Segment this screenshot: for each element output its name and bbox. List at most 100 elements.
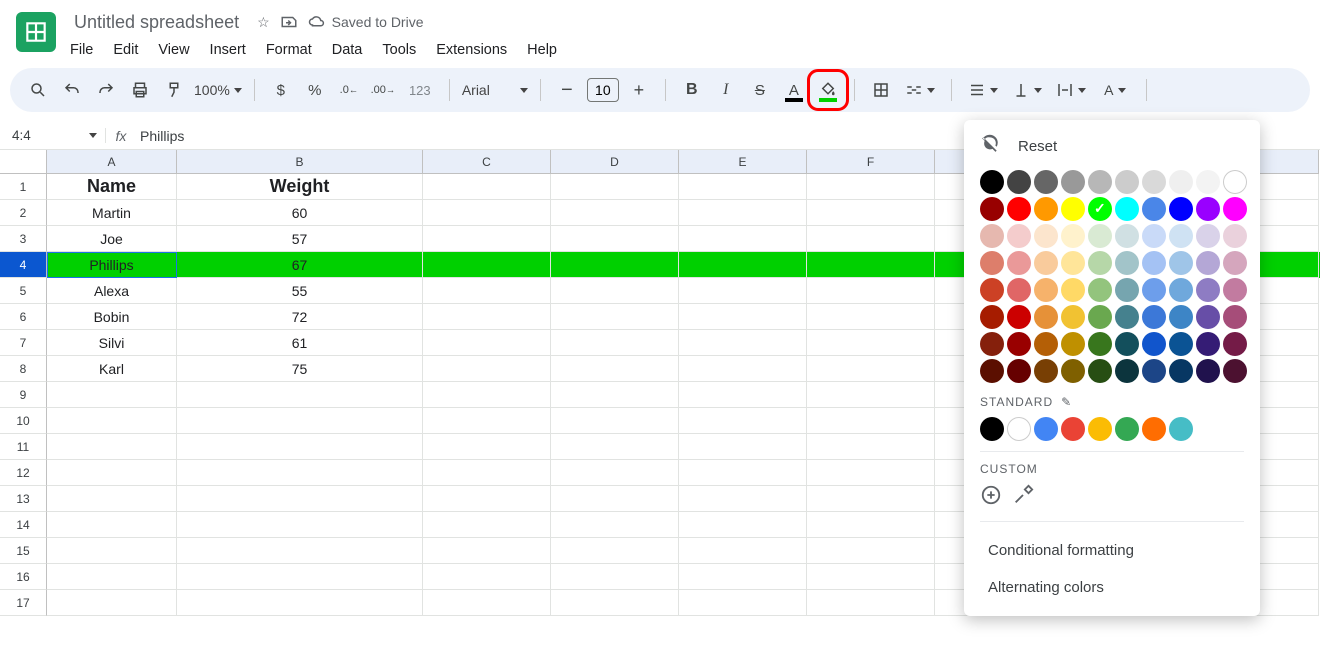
cell-A12[interactable]	[47, 460, 177, 486]
cell-E8[interactable]	[679, 356, 807, 382]
color-swatch[interactable]	[1196, 197, 1220, 221]
paint-format-icon[interactable]	[160, 76, 188, 104]
cell-C5[interactable]	[423, 278, 551, 304]
column-header-F[interactable]: F	[807, 150, 935, 174]
fill-color-button[interactable]	[814, 76, 842, 104]
undo-icon[interactable]	[58, 76, 86, 104]
merge-button[interactable]	[901, 76, 939, 104]
standard-color-swatch[interactable]	[980, 417, 1004, 441]
color-swatch[interactable]	[1223, 332, 1247, 356]
row-header-8[interactable]: 8	[0, 356, 47, 382]
cell-E16[interactable]	[679, 564, 807, 590]
color-swatch[interactable]	[1223, 197, 1247, 221]
more-formats-button[interactable]: 123	[403, 76, 437, 104]
reset-format-icon[interactable]	[980, 134, 1000, 158]
decrease-decimal-icon[interactable]: .0←	[335, 76, 363, 104]
color-swatch[interactable]	[1223, 359, 1247, 383]
cell-A9[interactable]	[47, 382, 177, 408]
cell-D3[interactable]	[551, 226, 679, 252]
color-swatch[interactable]	[1088, 197, 1112, 221]
cell-D7[interactable]	[551, 330, 679, 356]
color-swatch[interactable]	[1169, 305, 1193, 329]
column-header-A[interactable]: A	[47, 150, 177, 174]
currency-button[interactable]: $	[267, 76, 295, 104]
cell-E10[interactable]	[679, 408, 807, 434]
color-swatch[interactable]	[980, 359, 1004, 383]
wrap-button[interactable]	[1052, 76, 1090, 104]
cell-B1[interactable]: Weight	[177, 174, 423, 200]
cell-D12[interactable]	[551, 460, 679, 486]
cell-C10[interactable]	[423, 408, 551, 434]
color-swatch[interactable]	[1061, 359, 1085, 383]
row-header-9[interactable]: 9	[0, 382, 47, 408]
cell-E7[interactable]	[679, 330, 807, 356]
cell-B13[interactable]	[177, 486, 423, 512]
color-swatch[interactable]	[1061, 224, 1085, 248]
cell-F17[interactable]	[807, 590, 935, 616]
cell-B5[interactable]: 55	[177, 278, 423, 304]
color-swatch[interactable]	[1088, 224, 1112, 248]
color-swatch[interactable]	[1169, 278, 1193, 302]
cell-D6[interactable]	[551, 304, 679, 330]
column-header-B[interactable]: B	[177, 150, 423, 174]
strikethrough-button[interactable]: S	[746, 76, 774, 104]
cell-D17[interactable]	[551, 590, 679, 616]
row-header-13[interactable]: 13	[0, 486, 47, 512]
valign-button[interactable]	[1008, 76, 1046, 104]
color-swatch[interactable]	[1115, 278, 1139, 302]
menu-edit[interactable]: Edit	[113, 42, 138, 58]
cell-F13[interactable]	[807, 486, 935, 512]
column-header-E[interactable]: E	[679, 150, 807, 174]
row-header-6[interactable]: 6	[0, 304, 47, 330]
cell-E5[interactable]	[679, 278, 807, 304]
cell-F3[interactable]	[807, 226, 935, 252]
percent-button[interactable]: %	[301, 76, 329, 104]
color-swatch[interactable]	[980, 170, 1004, 194]
cell-F6[interactable]	[807, 304, 935, 330]
color-swatch[interactable]	[980, 224, 1004, 248]
color-swatch[interactable]	[1196, 332, 1220, 356]
cell-A6[interactable]: Bobin	[47, 304, 177, 330]
standard-color-swatch[interactable]	[1142, 417, 1166, 441]
color-swatch[interactable]	[1034, 224, 1058, 248]
cell-E2[interactable]	[679, 200, 807, 226]
color-swatch[interactable]	[1061, 278, 1085, 302]
standard-color-swatch[interactable]	[1169, 417, 1193, 441]
standard-color-swatch[interactable]	[1061, 417, 1085, 441]
cell-F12[interactable]	[807, 460, 935, 486]
cell-E9[interactable]	[679, 382, 807, 408]
cell-B15[interactable]	[177, 538, 423, 564]
cell-C15[interactable]	[423, 538, 551, 564]
cell-B6[interactable]: 72	[177, 304, 423, 330]
conditional-formatting-option[interactable]: Conditional formatting	[980, 532, 1244, 569]
row-header-10[interactable]: 10	[0, 408, 47, 434]
font-size-decrease[interactable]: −	[553, 76, 581, 104]
cell-F4[interactable]	[807, 252, 935, 278]
cell-E1[interactable]	[679, 174, 807, 200]
cell-D8[interactable]	[551, 356, 679, 382]
color-swatch[interactable]	[1034, 251, 1058, 275]
cell-D5[interactable]	[551, 278, 679, 304]
cell-B16[interactable]	[177, 564, 423, 590]
cell-E6[interactable]	[679, 304, 807, 330]
cell-E3[interactable]	[679, 226, 807, 252]
italic-button[interactable]: I	[712, 76, 740, 104]
color-swatch[interactable]	[1142, 197, 1166, 221]
column-header-D[interactable]: D	[551, 150, 679, 174]
row-header-3[interactable]: 3	[0, 226, 47, 252]
cell-F5[interactable]	[807, 278, 935, 304]
standard-color-swatch[interactable]	[1115, 417, 1139, 441]
cell-E11[interactable]	[679, 434, 807, 460]
cell-B14[interactable]	[177, 512, 423, 538]
menu-tools[interactable]: Tools	[382, 42, 416, 58]
cell-B8[interactable]: 75	[177, 356, 423, 382]
cell-C3[interactable]	[423, 226, 551, 252]
color-swatch[interactable]	[1115, 332, 1139, 356]
color-swatch[interactable]	[1115, 224, 1139, 248]
color-swatch[interactable]	[1034, 359, 1058, 383]
name-box[interactable]: 4:4	[0, 128, 106, 143]
cell-F10[interactable]	[807, 408, 935, 434]
cell-B17[interactable]	[177, 590, 423, 616]
color-swatch[interactable]	[1223, 305, 1247, 329]
color-swatch[interactable]	[1088, 359, 1112, 383]
